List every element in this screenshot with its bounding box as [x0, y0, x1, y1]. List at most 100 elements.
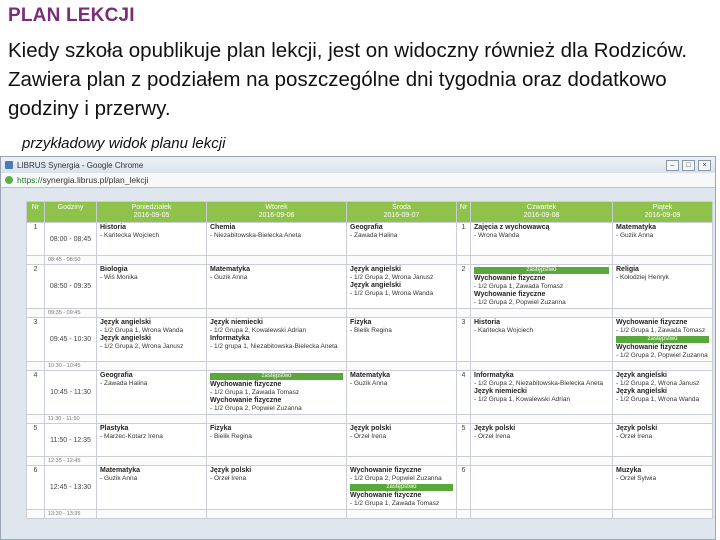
lesson-cell-mon[interactable]: Historia - Kańtecka Wojciech: [96, 222, 207, 256]
lesson-subject: Wychowanie fizyczne: [474, 291, 546, 298]
lesson-teacher: - 1/2 Grupa 1, Kowalewski Adrian: [474, 396, 571, 403]
day-name: Wtorek: [265, 204, 288, 211]
lesson-subject: Matematyka: [210, 266, 251, 273]
lesson-subject: Informatyka: [210, 335, 250, 342]
lesson-cell-wed[interactable]: Geografia - Zawada Halina: [346, 222, 457, 256]
lesson-cell-thu[interactable]: Zajęcia z wychowawcą - Wrona Wanda: [470, 222, 613, 256]
lesson-cell-mon[interactable]: Biologia - Wiś Monika: [96, 264, 207, 309]
lesson-row-6: 6 12:45 - 13:30 Matematyka - Guzik Anna J…: [26, 465, 713, 510]
lesson-teacher: - Kańtecka Wojciech: [474, 327, 534, 334]
lesson-cell-fri[interactable]: Język angielski - 1/2 Grupa 2, Wrona Janu…: [612, 370, 713, 415]
lesson-time: 11:50 - 12:35: [44, 423, 97, 457]
lesson-number: 6: [26, 465, 45, 510]
lesson-teacher: - Marzec-Kotarz Irena: [100, 433, 163, 440]
lesson-cell-mon[interactable]: Język angielski - 1/2 Grupa 1, Wrona Wand…: [96, 317, 207, 362]
break-time: 13:30 - 13:35: [44, 509, 97, 519]
lesson-cell-thu[interactable]: [470, 465, 613, 510]
lesson-cell-mon[interactable]: Plastyka - Marzec-Kotarz Irena: [96, 423, 207, 457]
lesson-cell-fri[interactable]: Religia - Kołodziej Henryk: [612, 264, 713, 309]
url-scheme: https://: [17, 175, 43, 185]
address-bar[interactable]: https://synergia.librus.pl/plan_lekcji: [1, 173, 715, 188]
lesson-teacher: - 1/2 Grupa 2, Kowalewski Adrian: [210, 327, 307, 334]
lesson-teacher: - 1/2 Grupa 1, Zawada Tomasz: [350, 500, 440, 507]
lesson-cell-wed[interactable]: Fizyka - Bielik Regina: [346, 317, 457, 362]
lesson-teacher: - 1/2 Grupa 2, Popwiel Zuzanna: [210, 405, 302, 412]
lesson-cell-fri[interactable]: Matematyka - Guzik Anna: [612, 222, 713, 256]
lesson-subject: Wychowanie fizyczne: [616, 344, 688, 351]
header-nr: Nr: [26, 201, 45, 223]
lesson-teacher: - 1/2 Grupa 1, Wrona Wanda: [616, 396, 700, 403]
lesson-subject: Język angielski: [100, 319, 151, 326]
close-icon[interactable]: ×: [698, 159, 711, 171]
lesson-teacher: - 1/2 Grupa 2, Popwiel Zuzanna: [350, 475, 442, 482]
lesson-teacher: - 1/2 Grupa 1, Wrona Wanda: [350, 290, 434, 297]
header-monday: Poniedziałek 2016-09-05: [96, 201, 207, 223]
lesson-cell-thu[interactable]: zastępstwo Wychowanie fizyczne - 1/2 Grupa…: [470, 264, 613, 309]
lesson-subject: Chemia: [210, 224, 236, 231]
lesson-teacher: - Guzik Anna: [350, 380, 388, 387]
lesson-subject: Wychowanie fizyczne: [616, 319, 688, 326]
lesson-teacher: - Guzik Anna: [100, 475, 138, 482]
lesson-subject: Język niemiecki: [474, 388, 527, 395]
day-date: 2016-09-08: [523, 212, 560, 219]
maximize-icon[interactable]: □: [682, 159, 695, 171]
lesson-cell-thu[interactable]: Język polski - Orzeł Irena: [470, 423, 613, 457]
lesson-subject: Wychowanie fizyczne: [350, 492, 422, 499]
lesson-teacher: - Wiś Monika: [100, 274, 138, 281]
lesson-cell-wed[interactable]: Język polski - Orzeł Irena: [346, 423, 457, 457]
lesson-cell-mon[interactable]: Geografia - Zawada Halina: [96, 370, 207, 415]
lesson-subject: Matematyka: [350, 372, 391, 379]
lesson-teacher: - 1/2 Grupa 1, Zawada Tomasz: [474, 283, 564, 290]
slide-title: PLAN LEKCJI: [8, 5, 135, 26]
lesson-cell-wed[interactable]: Język angielski - 1/2 Grupa 2, Wrona Janu…: [346, 264, 457, 309]
lesson-teacher: - Wrona Wanda: [474, 232, 520, 239]
lesson-cell-mon[interactable]: Matematyka - Guzik Anna: [96, 465, 207, 510]
url-text: synergia.librus.pl/plan_lekcji: [42, 175, 149, 185]
lesson-cell-wed[interactable]: Matematyka - Guzik Anna: [346, 370, 457, 415]
substitution-badge: zastępstwo: [350, 484, 453, 491]
header-wednesday: Środa 2016-09-07: [346, 201, 457, 223]
break-time: 09:35 - 09:45: [44, 308, 97, 318]
lesson-teacher: - Guzik Anna: [616, 232, 654, 239]
lesson-cell-thu[interactable]: Historia - Kańtecka Wojciech: [470, 317, 613, 362]
page-info-icon[interactable]: [5, 176, 13, 184]
lesson-cell-tue[interactable]: Język niemiecki - 1/2 Grupa 2, Kowalewski…: [206, 317, 347, 362]
day-date: 2016-09-09: [644, 212, 681, 219]
lesson-cell-fri[interactable]: Wychowanie fizyczne - 1/2 Grupa 1, Zawada…: [612, 317, 713, 362]
lesson-teacher: - Bielik Regina: [210, 433, 252, 440]
lesson-teacher: - 1/2 Grupa 1, Zawada Tomasz: [616, 327, 706, 334]
substitution-badge: zastępstwo: [210, 373, 343, 380]
lesson-cell-tue[interactable]: Język polski - Orzeł Irena: [206, 465, 347, 510]
lesson-number: 5: [26, 423, 45, 457]
lesson-subject: Wychowanie fizyczne: [350, 467, 422, 474]
lesson-subject: Język polski: [616, 425, 658, 432]
lesson-cell-wed[interactable]: Wychowanie fizyczne - 1/2 Grupa 2, Popwie…: [346, 465, 457, 510]
lesson-subject: Plastyka: [100, 425, 129, 432]
lesson-cell-tue[interactable]: Matematyka - Guzik Anna: [206, 264, 347, 309]
lesson-subject: Język angielski: [350, 266, 401, 273]
lesson-subject: Język angielski: [350, 282, 401, 289]
lesson-time: 12:45 - 13:30: [44, 465, 97, 510]
lesson-cell-tue[interactable]: zastępstwo Wychowanie fizyczne - 1/2 Grupa…: [206, 370, 347, 415]
lesson-row-1: 1 08:00 - 08:45 Historia - Kańtecka Wojci…: [26, 222, 713, 256]
lesson-subject: Wychowanie fizyczne: [210, 397, 282, 404]
lesson-subject: Wychowanie fizyczne: [210, 381, 282, 388]
lesson-time: 10:45 - 11:30: [44, 370, 97, 415]
lesson-cell-fri[interactable]: Muzyka - Orzeł Sylwia: [612, 465, 713, 510]
lesson-cell-tue[interactable]: Fizyka - Bielik Regina: [206, 423, 347, 457]
lesson-cell-thu[interactable]: Informatyka - 1/2 Grupa 2, Niezabitowska-…: [470, 370, 613, 415]
minimize-icon[interactable]: –: [666, 159, 679, 171]
lesson-number-2: 5: [456, 423, 471, 457]
lesson-number: 2: [26, 264, 45, 309]
lesson-subject: Geografia: [100, 372, 133, 379]
lesson-subject: Informatyka: [474, 372, 514, 379]
lesson-teacher: - Guzik Anna: [210, 274, 248, 281]
lesson-cell-tue[interactable]: Chemia - Niezabitowska-Bielecka Aneta: [206, 222, 347, 256]
lesson-subject: Zajęcia z wychowawcą: [474, 224, 550, 231]
lesson-cell-fri[interactable]: Język polski - Orzeł Irena: [612, 423, 713, 457]
day-name: Środa: [392, 204, 411, 211]
lesson-subject: Historia: [474, 319, 501, 326]
lesson-row-5: 5 11:50 - 12:35 Plastyka - Marzec-Kotarz …: [26, 423, 713, 457]
break-time: 10:30 - 10:45: [44, 361, 97, 371]
lesson-number-2: 1: [456, 222, 471, 256]
